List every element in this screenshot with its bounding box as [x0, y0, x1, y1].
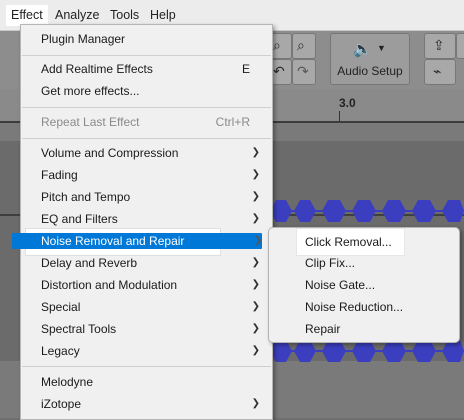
speaker-icon: 🔈 [353, 41, 372, 58]
menu-item-label: Volume and Compression [41, 146, 179, 160]
upload-icon: ⇪ [433, 37, 445, 53]
plugin-button[interactable]: ⌁ [424, 59, 456, 85]
audio-setup-button[interactable]: 🔈 ▼ Audio Setup [330, 33, 410, 85]
menu-item-repeat-last-effect: Repeat Last Effect Ctrl+R [21, 111, 272, 133]
menu-item-label: Pitch and Tempo [41, 190, 131, 204]
submenu-item-repair[interactable]: Repair [305, 318, 340, 340]
menu-item-label: Melodyne [41, 375, 94, 389]
audio-setup-label: Audio Setup [337, 64, 403, 78]
menu-item-fading[interactable]: Fading ❯ [21, 164, 272, 186]
menu-item-label: EQ and Filters [41, 212, 118, 226]
effect-menu: Plugin Manager Add Realtime Effects E Ge… [20, 24, 273, 420]
chevron-right-icon: ❯ [251, 213, 260, 224]
menu-item-volume-compression[interactable]: Volume and Compression ❯ [21, 142, 272, 164]
chevron-right-icon: ❯ [251, 169, 260, 180]
undo-icon: ↶ [273, 63, 285, 79]
menu-item-label: Distortion and Modulation [41, 278, 178, 292]
zoom-toggle-button[interactable]: ⌕ [292, 33, 316, 59]
menu-separator [22, 55, 271, 56]
menu-item-label: Spectral Tools [41, 322, 117, 336]
chevron-right-icon: ❯ [251, 398, 260, 409]
chevron-down-icon: ▼ [377, 43, 386, 53]
menu-item-distortion-modulation[interactable]: Distortion and Modulation ❯ [21, 274, 272, 296]
menu-item-label: Special [41, 300, 81, 314]
submenu-item-click-removal[interactable]: Click Removal... [305, 231, 392, 253]
chevron-right-icon: ❯ [251, 301, 260, 312]
chevron-right-icon: ❯ [251, 147, 260, 158]
menu-item-izotope[interactable]: iZotope ❯ [21, 393, 272, 415]
toolbar-extra-button[interactable] [456, 33, 464, 59]
redo-icon: ↷ [297, 63, 309, 79]
redo-button[interactable]: ↷ [292, 59, 316, 85]
chevron-right-icon: ❯ [251, 323, 260, 334]
chevron-right-icon: ❯ [251, 191, 260, 202]
chevron-right-icon: ❯ [251, 345, 260, 356]
menu-item-label: Fading [41, 168, 78, 182]
menu-item-add-realtime-effects[interactable]: Add Realtime Effects E [21, 58, 272, 80]
waveform-upper [270, 196, 464, 226]
menu-item-plugin-manager[interactable]: Plugin Manager [21, 28, 272, 50]
menu-item-shortcut: Ctrl+R [215, 115, 250, 129]
menu-item-label: Add Realtime Effects [41, 62, 153, 76]
menu-item-label: Legacy [41, 344, 80, 358]
ruler-tick-label: 3.0 [339, 96, 356, 110]
menu-item-special[interactable]: Special ❯ [21, 296, 272, 318]
noise-removal-label: Noise Removal and Repair [41, 234, 185, 248]
menu-item-eq-filters[interactable]: EQ and Filters ❯ [21, 208, 272, 230]
plug-icon: ⌁ [433, 63, 442, 79]
menu-separator [22, 107, 271, 108]
menu-item-label: iZotope [41, 397, 82, 411]
share-audio-button[interactable]: ⇪ [424, 33, 456, 59]
menu-help[interactable]: Help [147, 7, 179, 24]
menu-analyze[interactable]: Analyze [52, 7, 102, 24]
chevron-right-icon: ❯ [254, 235, 263, 246]
submenu-item-noise-gate[interactable]: Noise Gate... [305, 274, 375, 296]
menu-separator [22, 366, 271, 367]
menu-item-shortcut: E [241, 62, 250, 76]
waveform-upper-svg [270, 200, 464, 222]
menu-item-legacy[interactable]: Legacy ❯ [21, 340, 272, 362]
zoom-toggle-icon: ⌕ [297, 37, 305, 53]
menu-item-spectral-tools[interactable]: Spectral Tools ❯ [21, 318, 272, 340]
menu-effect[interactable]: Effect [8, 7, 46, 24]
menu-item-label: Plugin Manager [41, 32, 126, 46]
ruler-tick-mark [339, 111, 340, 121]
menu-item-melodyne[interactable]: Melodyne [21, 371, 272, 393]
menu-item-label: Repeat Last Effect [41, 115, 140, 129]
submenu-item-noise-reduction[interactable]: Noise Reduction... [305, 296, 403, 318]
menu-tools[interactable]: Tools [107, 7, 142, 24]
menu-item-label: Get more effects... [41, 84, 140, 98]
zoom-in-icon: ⌕ [273, 37, 281, 53]
menu-separator [22, 138, 271, 139]
menu-item-pitch-tempo[interactable]: Pitch and Tempo ❯ [21, 186, 272, 208]
chevron-right-icon: ❯ [251, 279, 260, 290]
chevron-right-icon: ❯ [251, 257, 260, 268]
menu-item-get-more-effects[interactable]: Get more effects... [21, 80, 272, 102]
